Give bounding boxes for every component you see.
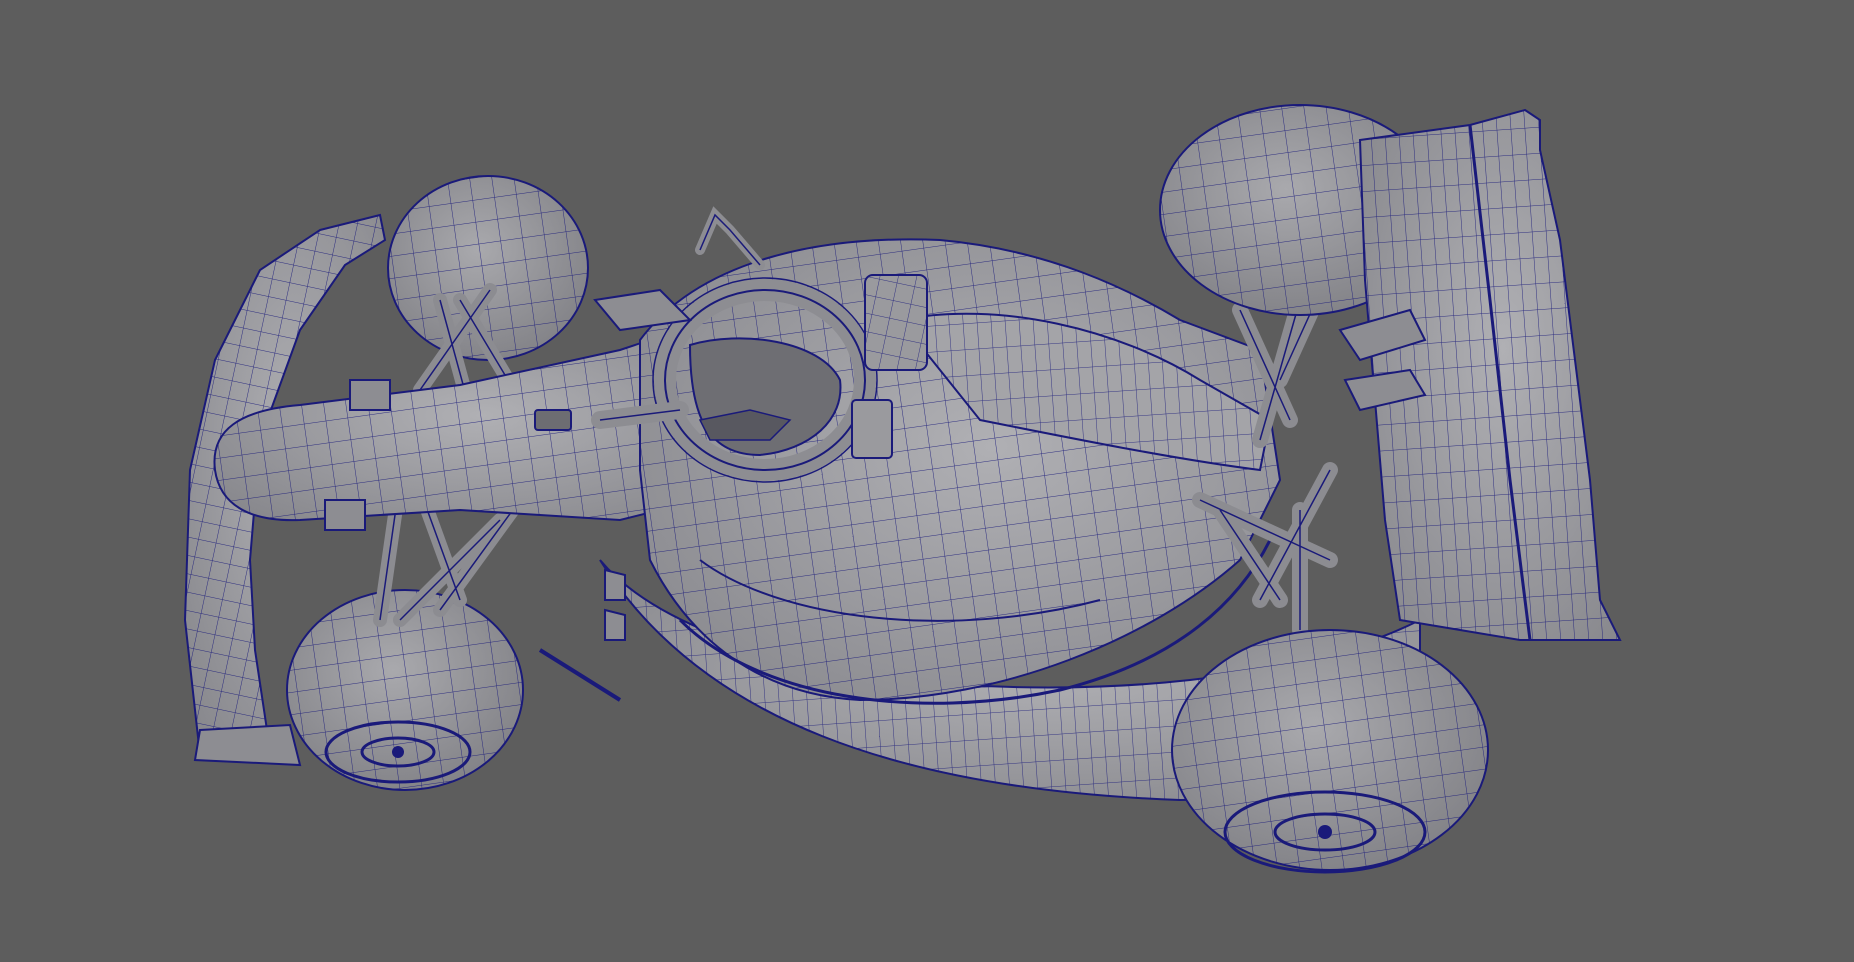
camera-pod-icon xyxy=(534,409,572,431)
rear-left-tyre-icon[interactable] xyxy=(1171,629,1489,874)
bargeboard-icon xyxy=(538,568,626,702)
3d-viewport[interactable] xyxy=(0,0,1854,962)
front-right-tyre-icon[interactable] xyxy=(387,175,589,361)
car-model-svg[interactable] xyxy=(0,0,1854,962)
rear-wing-icon[interactable] xyxy=(1338,108,1622,641)
